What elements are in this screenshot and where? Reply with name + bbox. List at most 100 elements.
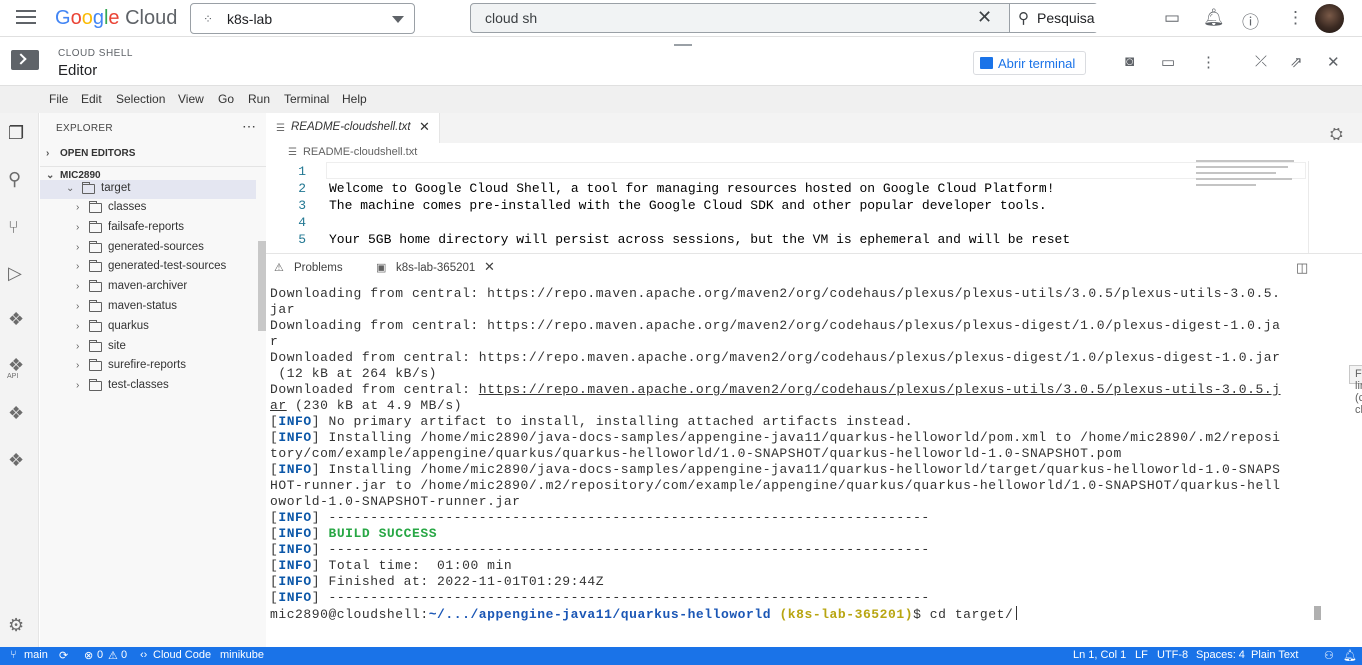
tab-problems[interactable]: ⚠ Problems xyxy=(274,254,364,282)
run-debug-icon[interactable]: ▷ xyxy=(8,263,22,284)
layout-icon[interactable]: ▭ xyxy=(1161,53,1175,71)
tree-folder-classes[interactable]: › classes xyxy=(40,199,256,218)
code-editor[interactable]: ☰ README-cloudshell.txt 1 2 Welcome to Goo… xyxy=(266,143,1318,253)
encoding[interactable]: UTF-8 xyxy=(1157,649,1188,661)
close-tab-icon[interactable]: ✕ xyxy=(419,119,430,135)
indentation[interactable]: Spaces: 4 xyxy=(1196,649,1245,661)
cloud-code-status[interactable]: Cloud Code xyxy=(153,649,211,661)
minimap[interactable] xyxy=(1196,160,1296,200)
notifications-icon[interactable]: 🔔︎ xyxy=(1203,8,1225,28)
gear-icon[interactable]: ⚙ xyxy=(8,615,24,636)
warning-count[interactable]: 0 xyxy=(121,649,127,661)
search-icon[interactable]: ⚲ xyxy=(8,169,21,190)
search-button[interactable]: ⚲ Pesquisa xyxy=(1009,4,1098,32)
terminal-icon: ▣ xyxy=(376,262,387,274)
terminal-line: [INFO] ---------------------------------… xyxy=(270,590,930,605)
menu-file[interactable]: File xyxy=(49,92,68,106)
cloud-shell-label: CLOUD SHELL xyxy=(58,48,133,59)
explorer-title: EXPLORER xyxy=(56,123,113,134)
folder-icon xyxy=(89,221,102,233)
tree-folder-surefire-reports[interactable]: › surefire-reports xyxy=(40,357,256,376)
sync-icon[interactable]: ⟳ xyxy=(59,649,68,662)
menu-run[interactable]: Run xyxy=(248,92,270,106)
menu-selection[interactable]: Selection xyxy=(116,92,165,106)
open-terminal-button[interactable]: Abrir terminal xyxy=(973,51,1086,75)
code-line: 4 xyxy=(266,214,1306,231)
help-icon[interactable]: ⓘ xyxy=(1242,8,1259,33)
minimize-icon[interactable]: ⤫ xyxy=(1255,53,1267,70)
cloud-code-panel-icon[interactable]: ⛭ xyxy=(1330,126,1343,144)
tab-readme-cloudshell[interactable]: ☰ README-cloudshell.txt ✕ xyxy=(266,113,440,143)
tree-folder-generated-test-sources[interactable]: › generated-test-sources xyxy=(40,258,256,277)
open-editors-section[interactable]: › OPEN EDITORS xyxy=(46,148,135,159)
split-terminal-icon[interactable]: ◫ xyxy=(1296,260,1308,276)
tree-folder-site[interactable]: › site xyxy=(40,338,256,357)
account-icon[interactable]: ⚇ xyxy=(1324,649,1334,662)
clear-search-icon[interactable]: ✕ xyxy=(977,7,992,28)
editor-scrollbar[interactable] xyxy=(1308,161,1318,253)
cloud-shell-header: CLOUD SHELL Editor Abrir terminal ◙ ▭ ⋮ … xyxy=(0,38,1362,86)
tree-item-label: maven-status xyxy=(108,300,178,312)
avatar[interactable] xyxy=(1315,4,1344,33)
google-cloud-logo[interactable]: Google Cloud xyxy=(55,7,177,30)
breadcrumb-file[interactable]: README-cloudshell.txt xyxy=(303,146,417,158)
cloud-code-icon[interactable]: ❖ xyxy=(8,309,24,330)
resize-handle[interactable] xyxy=(674,44,692,46)
menu-view[interactable]: View xyxy=(178,92,204,106)
tree-folder-target[interactable]: ⌄ target xyxy=(40,180,256,199)
tree-item-label: failsafe-reports xyxy=(108,221,185,233)
minikube-status[interactable]: minikube xyxy=(220,649,264,661)
line-text: Your 5GB home directory will persist acr… xyxy=(329,232,1071,247)
source-control-icon[interactable]: ⑂ xyxy=(8,217,19,238)
secret-manager-icon[interactable]: ❖ xyxy=(8,450,24,471)
code-line: 3 The machine comes pre-installed with th… xyxy=(266,197,1306,214)
search-input[interactable]: cloud sh xyxy=(485,10,537,26)
folder-icon xyxy=(89,241,102,253)
cloud-shell-editor-icon xyxy=(11,50,39,70)
project-selector[interactable]: ⁘ k8s-lab xyxy=(190,3,415,34)
menu-bar: File Edit Selection View Go Run Terminal… xyxy=(0,86,1362,113)
tree-folder-quarkus[interactable]: › quarkus xyxy=(40,318,256,337)
close-icon[interactable]: ✕ xyxy=(1327,53,1340,71)
branch-name[interactable]: main xyxy=(24,649,48,661)
sidebar-scrollbar[interactable] xyxy=(258,241,266,331)
menu-help[interactable]: Help xyxy=(342,92,367,106)
open-new-window-icon[interactable]: ⇗ xyxy=(1290,53,1303,71)
problems-label: Problems xyxy=(294,262,343,274)
terminal-link[interactable]: ar xyxy=(270,398,287,413)
line-ending[interactable]: LF xyxy=(1135,649,1148,661)
terminal-prompt[interactable]: mic2890@cloudshell:~/.../appengine-java1… xyxy=(270,606,1310,622)
terminal-line: [INFO] No primary artifact to install, i… xyxy=(270,414,914,429)
cloud-shell-icon[interactable]: ▭ xyxy=(1164,8,1180,28)
notifications-icon[interactable]: 🔔︎ xyxy=(1343,649,1357,662)
tree-folder-failsafe-reports[interactable]: › failsafe-reports xyxy=(40,219,256,238)
cloud-run-icon[interactable]: ❖ xyxy=(8,403,24,424)
more-options-icon[interactable]: ⋮ xyxy=(1201,53,1216,71)
language-mode[interactable]: Plain Text xyxy=(1251,649,1299,661)
chevron-right-icon: › xyxy=(46,148,50,159)
error-count[interactable]: 0 xyxy=(97,649,103,661)
line-number: 5 xyxy=(298,232,306,247)
cursor-position[interactable]: Ln 1, Col 1 xyxy=(1073,649,1126,661)
menu-go[interactable]: Go xyxy=(218,92,234,106)
tree-item-label: classes xyxy=(108,201,147,213)
tree-folder-test-classes[interactable]: › test-classes xyxy=(40,377,256,396)
terminal-output[interactable]: Downloading from central: https://repo.m… xyxy=(270,286,1310,622)
tab-terminal[interactable]: ▣ k8s-lab-365201 ✕ xyxy=(376,254,506,282)
explorer-icon[interactable]: ❐ xyxy=(8,123,24,144)
tree-folder-generated-sources[interactable]: › generated-sources xyxy=(40,239,256,258)
terminal-scrollbar[interactable] xyxy=(1314,606,1321,620)
tree-folder-maven-status[interactable]: › maven-status xyxy=(40,298,256,317)
more-actions-icon[interactable]: ⋯ xyxy=(242,118,256,135)
menu-edit[interactable]: Edit xyxy=(81,92,102,106)
menu-terminal[interactable]: Terminal xyxy=(284,92,329,106)
terminal-line: Downloading from central: https://repo.m… xyxy=(270,286,1281,301)
main-menu-icon[interactable] xyxy=(16,10,36,26)
warning-icon: ⚠ xyxy=(274,262,284,274)
terminal-link[interactable]: https://repo.maven.apache.org/maven2/org… xyxy=(479,382,1281,397)
terminal-line: [INFO] ---------------------------------… xyxy=(270,542,930,557)
tree-folder-maven-archiver[interactable]: › maven-archiver xyxy=(40,278,256,297)
close-terminal-icon[interactable]: ✕ xyxy=(484,259,495,275)
web-preview-icon[interactable]: ◙ xyxy=(1125,53,1134,70)
more-options-icon[interactable]: ⋮ xyxy=(1287,8,1304,28)
